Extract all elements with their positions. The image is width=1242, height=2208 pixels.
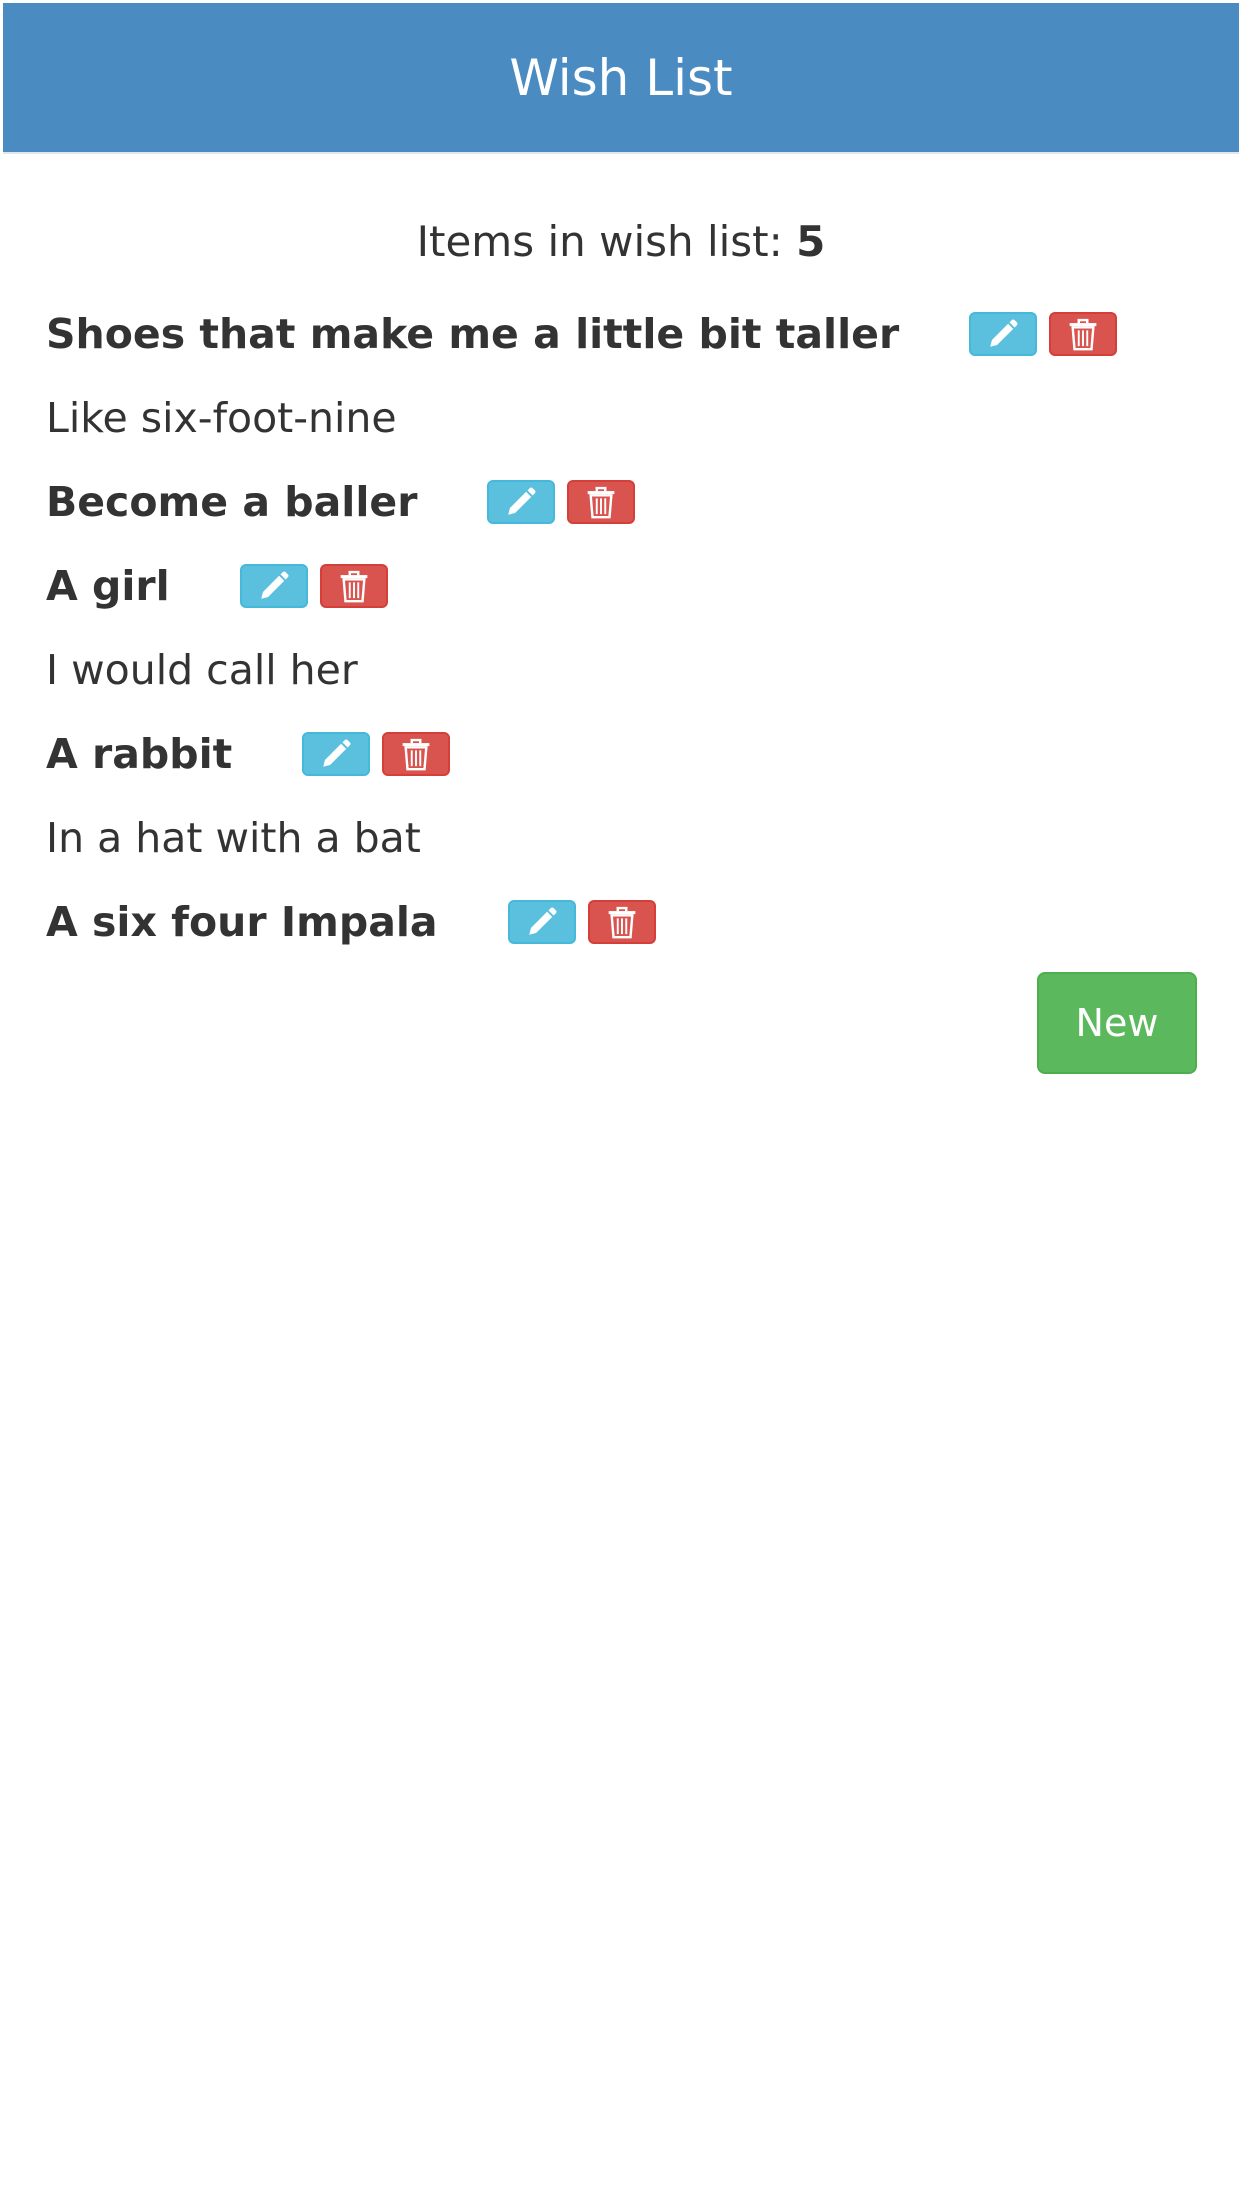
item-actions	[239, 564, 388, 608]
delete-button[interactable]	[1049, 312, 1118, 356]
item-title: A girl	[46, 562, 170, 610]
item-count-value: 5	[796, 217, 826, 266]
item-count-label: Items in wish list:	[416, 217, 783, 266]
item-actions	[302, 732, 451, 776]
new-item-button[interactable]: New	[1037, 972, 1197, 1074]
page-title: Wish List	[509, 48, 733, 107]
item-actions	[487, 480, 636, 524]
list-item: A six four Impala	[46, 880, 1196, 964]
item-description: In a hat with a bat	[46, 814, 421, 862]
item-title: Become a baller	[46, 478, 418, 526]
item-actions	[507, 900, 656, 944]
pencil-icon	[323, 739, 351, 767]
app-header: Wish List	[3, 3, 1239, 154]
edit-button[interactable]	[507, 900, 576, 944]
trash-icon	[340, 570, 368, 603]
wish-list: Shoes that make me a little bit taller L…	[46, 292, 1196, 964]
edit-button[interactable]	[969, 312, 1038, 356]
pencil-icon	[528, 907, 557, 935]
trash-icon	[588, 486, 615, 519]
pencil-icon	[508, 487, 536, 515]
item-description: Like six-foot-nine	[46, 394, 397, 442]
delete-button[interactable]	[319, 564, 388, 608]
edit-button[interactable]	[487, 480, 556, 524]
item-title: A six four Impala	[46, 898, 438, 946]
list-item: Become a baller	[46, 460, 1196, 544]
delete-button[interactable]	[382, 732, 451, 776]
pencil-icon	[260, 571, 289, 599]
item-count: Items in wish list: 5	[0, 210, 1242, 274]
list-item: Shoes that make me a little bit taller	[46, 292, 1196, 376]
list-item: A girl	[46, 544, 1196, 628]
item-title: Shoes that make me a little bit taller	[46, 310, 900, 358]
item-title: A rabbit	[46, 730, 233, 778]
item-actions	[969, 312, 1118, 356]
delete-button[interactable]	[567, 480, 636, 524]
delete-button[interactable]	[587, 900, 656, 944]
trash-icon	[608, 906, 635, 939]
item-description: I would call her	[46, 646, 358, 694]
edit-button[interactable]	[239, 564, 308, 608]
list-item: A rabbit	[46, 712, 1196, 796]
trash-icon	[402, 738, 430, 771]
pencil-icon	[990, 319, 1018, 347]
trash-icon	[1069, 318, 1097, 351]
edit-button[interactable]	[302, 732, 371, 776]
